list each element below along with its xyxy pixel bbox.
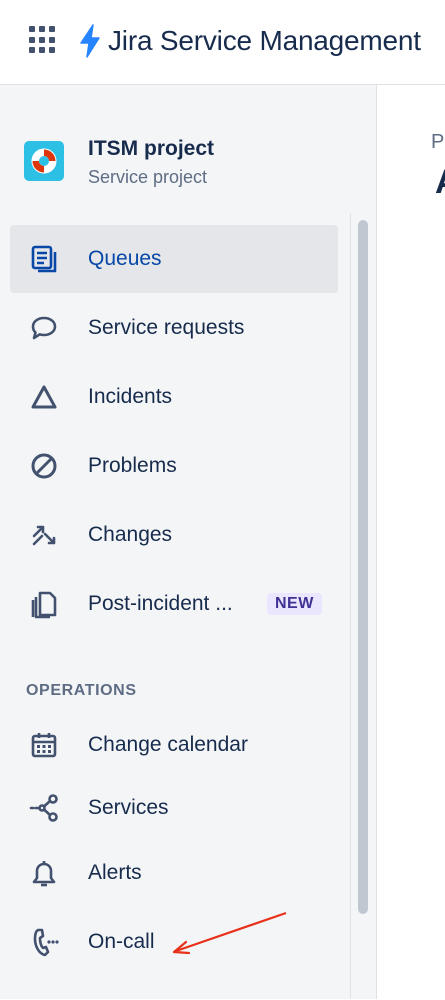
sidebar-scrollbar[interactable] xyxy=(356,220,368,1000)
jira-bolt-logo-icon[interactable] xyxy=(76,24,104,58)
sidebar: ITSM project Service project Queues Serv… xyxy=(0,85,377,999)
triangle-icon xyxy=(28,381,60,413)
sidebar-item-label: Change calendar xyxy=(88,733,248,756)
sidebar-item-changes[interactable]: Changes xyxy=(10,501,338,569)
sidebar-item-services[interactable]: Services xyxy=(10,774,338,842)
queues-icon xyxy=(28,243,60,275)
product-title[interactable]: Jira Service Management xyxy=(108,22,421,60)
sidebar-nav-scroll-area: Queues Service requests Incidents Proble… xyxy=(0,213,351,999)
sidebar-item-alerts[interactable]: Alerts xyxy=(10,839,338,907)
sidebar-item-post-incident[interactable]: Post-incident ... NEW xyxy=(10,570,338,638)
new-badge: NEW xyxy=(267,593,322,615)
sidebar-item-label: Alerts xyxy=(88,861,142,884)
breadcrumb[interactable]: P xyxy=(431,131,444,154)
sidebar-item-label: Changes xyxy=(88,523,173,546)
sidebar-item-change-calendar[interactable]: Change calendar xyxy=(10,711,338,779)
top-navigation-bar: Jira Service Management xyxy=(0,0,445,85)
calendar-icon xyxy=(28,729,60,761)
phone-icon xyxy=(28,926,60,958)
sidebar-item-incidents[interactable]: Incidents xyxy=(10,363,338,431)
page-title: A xyxy=(435,163,445,202)
speech-bubble-icon xyxy=(28,312,60,344)
project-name: ITSM project xyxy=(88,137,215,160)
sidebar-item-label: Services xyxy=(88,796,169,819)
main-content: P A xyxy=(377,85,445,999)
annotation-arrow-icon xyxy=(172,911,287,955)
sidebar-item-label: On-call xyxy=(88,930,155,953)
lifebuoy-icon xyxy=(31,148,57,174)
operations-section-heading: OPERATIONS xyxy=(26,682,137,699)
prohibited-icon xyxy=(28,450,60,482)
sidebar-item-label: Queues xyxy=(88,247,162,270)
documents-icon xyxy=(28,588,60,620)
app-switcher-icon[interactable] xyxy=(29,26,57,54)
sidebar-item-label: Post-incident ... xyxy=(88,592,233,615)
services-icon xyxy=(28,792,60,824)
sidebar-item-problems[interactable]: Problems xyxy=(10,432,338,500)
changes-arrows-icon xyxy=(28,519,60,551)
sidebar-scrollbar-thumb[interactable] xyxy=(358,220,368,914)
sidebar-item-label: Problems xyxy=(88,454,177,477)
project-avatar xyxy=(24,141,64,181)
sidebar-item-label: Incidents xyxy=(88,385,173,408)
sidebar-item-label: Service requests xyxy=(88,316,245,339)
sidebar-item-queues[interactable]: Queues xyxy=(10,225,338,293)
project-type: Service project xyxy=(88,167,208,187)
sidebar-item-service-requests[interactable]: Service requests xyxy=(10,294,338,362)
bell-icon xyxy=(28,857,60,889)
